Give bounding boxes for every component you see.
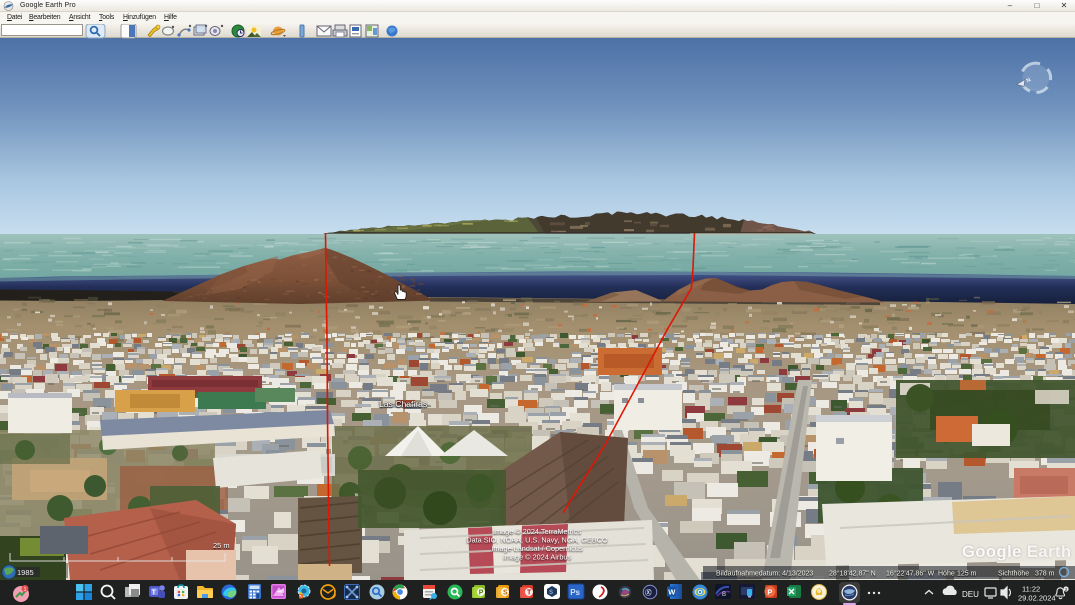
svg-text:DEU: DEU [962,590,979,599]
svg-text:S: S [549,590,553,596]
svg-text:1: 1 [24,587,27,593]
svg-text:25 m: 25 m [213,541,230,550]
svg-text:S: S [503,590,508,597]
svg-text:378 m: 378 m [1035,571,1055,578]
svg-text:Bildaufnahmedatum: 4/13/2023: Bildaufnahmedatum: 4/13/2023 [716,571,813,578]
svg-text:P: P [479,590,484,597]
svg-text:11:22: 11:22 [1022,585,1040,594]
svg-text:W: W [668,588,676,597]
svg-text:29.02.2024: 29.02.2024 [1018,594,1056,603]
svg-text:125 m: 125 m [957,571,977,578]
svg-text:Ⓧ: Ⓧ [645,588,652,597]
svg-text:28°18'42.87" N: 28°18'42.87" N [829,570,876,578]
svg-text:1985: 1985 [17,568,34,577]
svg-text:Las Chafiras: Las Chafiras [379,399,427,409]
svg-text:16°22'47.86" W: 16°22'47.86" W [886,570,935,578]
svg-text:B: B [722,592,726,598]
svg-text:Image © 2024 Airbus: Image © 2024 Airbus [503,553,572,562]
svg-text:Sichthöhe: Sichthöhe [998,571,1029,578]
svg-text:Google Earth: Google Earth [962,543,1072,561]
svg-text:Ps: Ps [570,588,580,597]
svg-text:Höhe: Höhe [938,571,955,578]
svg-text:T: T [527,590,532,597]
svg-text:P: P [767,587,772,596]
svg-text:T: T [152,589,157,596]
